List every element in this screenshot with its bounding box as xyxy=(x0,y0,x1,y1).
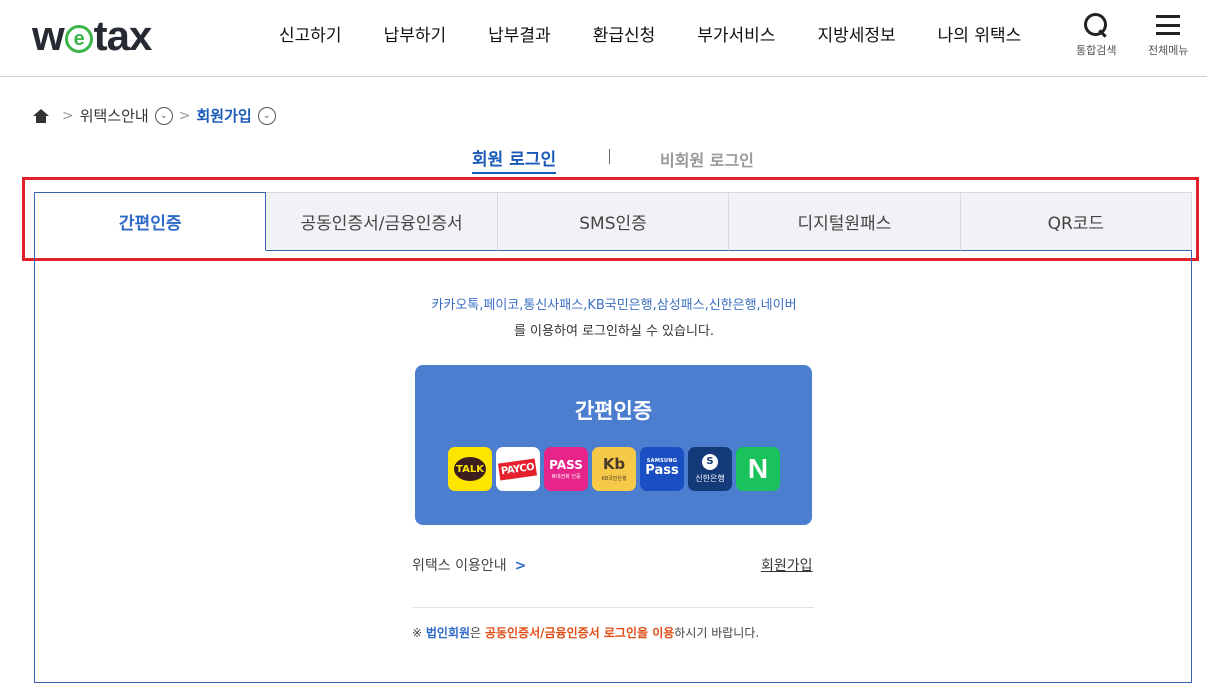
main-nav: 신고하기 납부하기 납부결과 환급신청 부가서비스 지방세정보 나의 위택스 xyxy=(258,21,1042,46)
card-title: 간편인증 xyxy=(574,399,653,423)
nav-my-wetax[interactable]: 나의 위택스 xyxy=(938,21,1022,46)
kb-mark: Kb xyxy=(602,454,626,473)
chevron-down-icon[interactable]: ⌄ xyxy=(257,106,276,125)
notice-corp-member: 법인회원 xyxy=(425,626,471,640)
highlight-box xyxy=(22,177,1199,261)
simple-auth-card[interactable]: 간편인증 TALK PAYCO PASS 휴대전화 인증 Kb KB국민은행 S… xyxy=(415,365,812,525)
nav-payment[interactable]: 납부하기 xyxy=(384,21,447,46)
member-login-tab[interactable]: 회원 로그인 xyxy=(472,145,557,174)
logo-text-w: w xyxy=(32,12,65,59)
kb-bank-icon: Kb KB국민은행 xyxy=(592,447,636,491)
divider xyxy=(412,607,814,608)
guest-login-tab[interactable]: 비회원 로그인 xyxy=(660,147,754,171)
breadcrumb-item-wetax-guide[interactable]: 위택스안내 xyxy=(80,105,149,126)
chevron-down-icon[interactable]: ⌄ xyxy=(154,106,173,125)
shinhan-mark: S xyxy=(702,454,718,470)
shinhan-bank-icon: S 신한은행 xyxy=(688,447,732,491)
naver-icon: N xyxy=(736,447,780,491)
logo-e-mark: e xyxy=(64,25,93,53)
notice-mark: ※ xyxy=(412,626,426,640)
samsung-pass-icon: SAMSUNG Pass xyxy=(640,447,684,491)
corporate-notice: ※ 법인회원은 공동인증서/금융인증서 로그인을 이용하시기 바랍니다. xyxy=(412,624,759,641)
breadcrumb-item-signup[interactable]: 회원가입 xyxy=(196,105,251,126)
site-header: w e tax 신고하기 납부하기 납부결과 환급신청 부가서비스 지방세정보 나의… xyxy=(0,0,1207,77)
wetax-guide-link[interactable]: 위택스 이용안내 > xyxy=(412,555,526,575)
breadcrumb: > 위택스안내 ⌄ > 회원가입 ⌄ xyxy=(33,105,276,126)
integrated-search-button[interactable]: 통합검색 xyxy=(1076,12,1116,58)
breadcrumb-separator: > xyxy=(178,107,191,124)
nav-local-tax-info[interactable]: 지방세정보 xyxy=(817,21,895,46)
samsung-pass-label: Pass xyxy=(645,463,679,479)
kb-label: KB국민은행 xyxy=(601,475,627,482)
home-icon[interactable] xyxy=(33,108,49,123)
kakao-label: TALK xyxy=(454,457,486,481)
shinhan-label: 신한은행 xyxy=(695,474,725,483)
guide-link-label: 위택스 이용안내 xyxy=(412,558,507,574)
signup-link[interactable]: 회원가입 xyxy=(761,555,813,575)
switch-divider xyxy=(609,149,610,164)
kakao-talk-icon: TALK xyxy=(448,447,492,491)
all-menu-button[interactable]: 전체메뉴 xyxy=(1148,12,1188,58)
breadcrumb-separator: > xyxy=(62,107,74,124)
menu-label: 전체메뉴 xyxy=(1148,44,1189,57)
search-icon xyxy=(1083,12,1109,38)
notice-suffix: 하시기 바랍니다. xyxy=(674,626,760,640)
payco-icon: PAYCO xyxy=(496,447,540,491)
nav-file-return[interactable]: 신고하기 xyxy=(279,21,342,46)
chevron-right-icon: > xyxy=(514,558,527,574)
notice-text: 은 xyxy=(470,626,485,640)
payco-label: PAYCO xyxy=(498,457,538,481)
pass-label: PASS xyxy=(549,457,583,472)
pass-sub-label: 휴대전화 인증 xyxy=(551,473,581,480)
providers-description: 를 이용하여 로그인하실 수 있습니다. xyxy=(513,324,715,339)
search-label: 통합검색 xyxy=(1076,44,1117,57)
logo-text-tax: tax xyxy=(93,12,153,59)
notice-emphasis: 공동인증서/금융인증서 로그인을 이용 xyxy=(484,626,675,640)
hamburger-icon xyxy=(1156,12,1181,38)
nav-extra-services[interactable]: 부가서비스 xyxy=(697,21,775,46)
simple-auth-panel: 카카오톡,페이코,통신사패스,KB국민은행,삼성패스,신한은행,네이버 를 이용… xyxy=(34,250,1192,683)
nav-payment-result[interactable]: 납부결과 xyxy=(488,21,551,46)
providers-list-text: 카카오톡,페이코,통신사패스,KB국민은행,삼성패스,신한은행,네이버 xyxy=(431,298,797,313)
nav-refund[interactable]: 환급신청 xyxy=(593,21,656,46)
wetax-logo[interactable]: w e tax xyxy=(32,12,153,60)
pass-icon: PASS 휴대전화 인증 xyxy=(544,447,588,491)
login-type-switch: 회원 로그인 비회원 로그인 xyxy=(0,145,1207,175)
